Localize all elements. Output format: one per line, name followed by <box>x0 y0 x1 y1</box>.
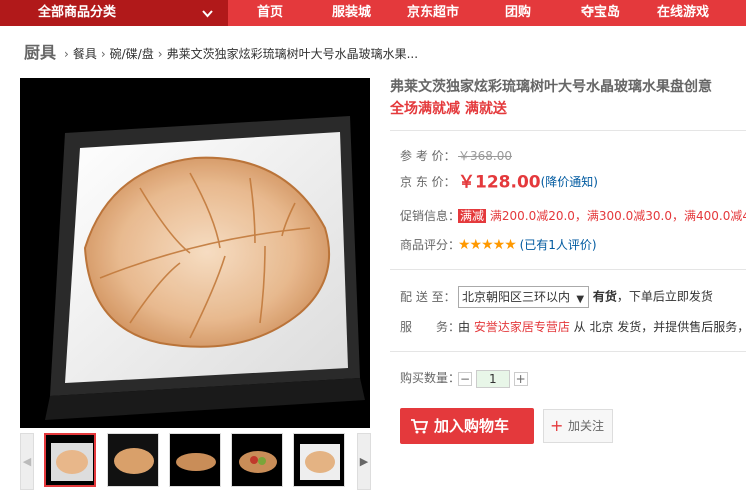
divider <box>390 351 746 352</box>
add-to-cart-label: 加入购物车 <box>434 417 510 435</box>
nav-item-home[interactable]: 首页 <box>257 0 283 26</box>
quantity-minus-button[interactable]: − <box>458 371 472 386</box>
thumbnail-4[interactable] <box>231 433 283 487</box>
all-categories-button[interactable]: 全部商品分类 <box>0 0 228 26</box>
delivery-row: 配 送 至： 北京朝阳区三环以内 ▼ 有货，下单后立即发货 <box>400 286 713 308</box>
thumbnail-3[interactable] <box>169 433 221 487</box>
dropdown-arrow-icon: ▼ <box>576 294 585 305</box>
breadcrumb: 厨具 › 餐具 › 碗/碟/盘 › 弗莱文茨独家炫彩琉璃树叶大号水晶玻璃水果... <box>24 43 418 63</box>
breadcrumb-separator: › <box>64 47 69 61</box>
jd-price-row: 京 东 价： ￥128.00(降价通知) <box>400 173 598 192</box>
thumbnail-bowl-fruit-image <box>232 434 282 486</box>
breadcrumb-level1[interactable]: 餐具 <box>73 47 97 61</box>
thumbnail-bowl-top-image <box>170 434 220 486</box>
jd-price: ￥128.00 <box>458 172 541 193</box>
product-title: 弗莱文茨独家炫彩琉璃树叶大号水晶玻璃水果盘创意 <box>390 79 712 95</box>
all-categories-label: 全部商品分类 <box>38 5 117 20</box>
service-prefix: 由 <box>458 320 474 334</box>
thumbnail-1[interactable] <box>44 433 96 487</box>
main-product-image[interactable] <box>20 78 370 428</box>
delivery-region-value: 北京朝阳区三环以内 <box>462 290 571 304</box>
service-row: 服 务：由 安誉达家居专营店 从 北京 发货，并提供售后服务， <box>400 318 746 336</box>
jd-price-label: 京 东 价： <box>400 175 456 189</box>
breadcrumb-root[interactable]: 厨具 <box>24 43 56 62</box>
nav-item-online-games[interactable]: 在线游戏 <box>657 0 709 26</box>
nav-item-clothing-mall[interactable]: 服装城 <box>332 0 371 26</box>
cart-icon <box>411 419 428 434</box>
nav-item-treasure-island[interactable]: 夺宝岛 <box>581 0 620 26</box>
breadcrumb-separator: › <box>100 47 106 61</box>
reference-price: ￥368.00 <box>458 149 512 163</box>
thumbnail-bowl-box-image <box>294 434 344 486</box>
add-to-cart-button[interactable]: 加入购物车 <box>400 408 534 444</box>
rating-stars-icon: ★★★★★ <box>458 237 517 253</box>
promotion-text: 满200.0减20.0，满300.0减30.0，满400.0减40 <box>489 209 746 223</box>
reference-price-label: 参 考 价： <box>400 149 456 163</box>
breadcrumb-level2[interactable]: 碗/碟/盘 <box>110 47 154 61</box>
quantity-label: 购买数量： <box>400 371 461 385</box>
breadcrumb-separator: › <box>157 47 163 61</box>
quantity-input[interactable]: 1 <box>475 369 510 388</box>
thumbnail-5[interactable] <box>293 433 345 487</box>
rating-label: 商品评分： <box>400 238 461 252</box>
promo-slogan: 全场满就减 满就送 <box>390 101 507 117</box>
promotion-row: 促销信息：满减 满200.0减20.0，满300.0减30.0，满400.0减4… <box>400 207 746 225</box>
chevron-down-icon <box>202 10 213 18</box>
rating-row: 商品评分：★★★★★ (已有1人评价) <box>400 236 597 254</box>
follow-button[interactable]: + 加关注 <box>543 409 613 443</box>
stock-note: ，下单后立即发货 <box>616 289 713 304</box>
quantity-row: 购买数量：− 1 + <box>400 369 528 388</box>
nav-item-jd-supermarket[interactable]: 京东超市 <box>407 0 459 26</box>
store-name-link[interactable]: 安誉达家居专营店 <box>474 320 570 334</box>
stock-status: 有货 <box>592 289 617 304</box>
rating-count-link[interactable]: (已有1人评价) <box>520 238 597 252</box>
reference-price-row: 参 考 价： ￥368.00 <box>400 147 512 165</box>
thumbnail-next-arrow[interactable]: ▶ <box>357 433 371 490</box>
service-suffix: 从 北京 发货，并提供售后服务， <box>569 320 746 334</box>
thumbnail-strip: ◀ ▶ <box>20 433 372 490</box>
promotion-tag-badge: 满减 <box>458 209 487 223</box>
breadcrumb-current[interactable]: 弗莱文茨独家炫彩琉璃树叶大号水晶玻璃水果... <box>167 47 418 61</box>
divider <box>390 130 746 131</box>
divider <box>390 269 746 270</box>
delivery-region-select[interactable]: 北京朝阳区三环以内 ▼ <box>458 286 590 308</box>
quantity-plus-button[interactable]: + <box>513 371 528 386</box>
promotion-label: 促销信息： <box>400 209 461 223</box>
follow-label: 加关注 <box>568 419 605 433</box>
top-navigation-bar: 全部商品分类 首页 服装城 京东超市 团购 夺宝岛 在线游戏 <box>0 0 746 26</box>
nav-item-group-buy[interactable]: 团购 <box>505 0 531 26</box>
leaf-bowl-photo <box>45 116 365 420</box>
thumbnail-bowl-boxed-image <box>46 435 94 485</box>
thumbnail-prev-arrow[interactable]: ◀ <box>20 433 34 490</box>
thumbnail-bowl-side-image <box>108 434 158 486</box>
price-notify-link[interactable]: (降价通知) <box>541 175 598 189</box>
service-label: 服 务： <box>400 320 461 334</box>
thumbnail-2[interactable] <box>107 433 159 487</box>
product-info-panel: 弗莱文茨独家炫彩琉璃树叶大号水晶玻璃水果盘创意 全场满就减 满就送 参 考 价：… <box>380 76 746 501</box>
plus-icon: + <box>550 416 564 435</box>
delivery-label: 配 送 至： <box>400 289 456 304</box>
